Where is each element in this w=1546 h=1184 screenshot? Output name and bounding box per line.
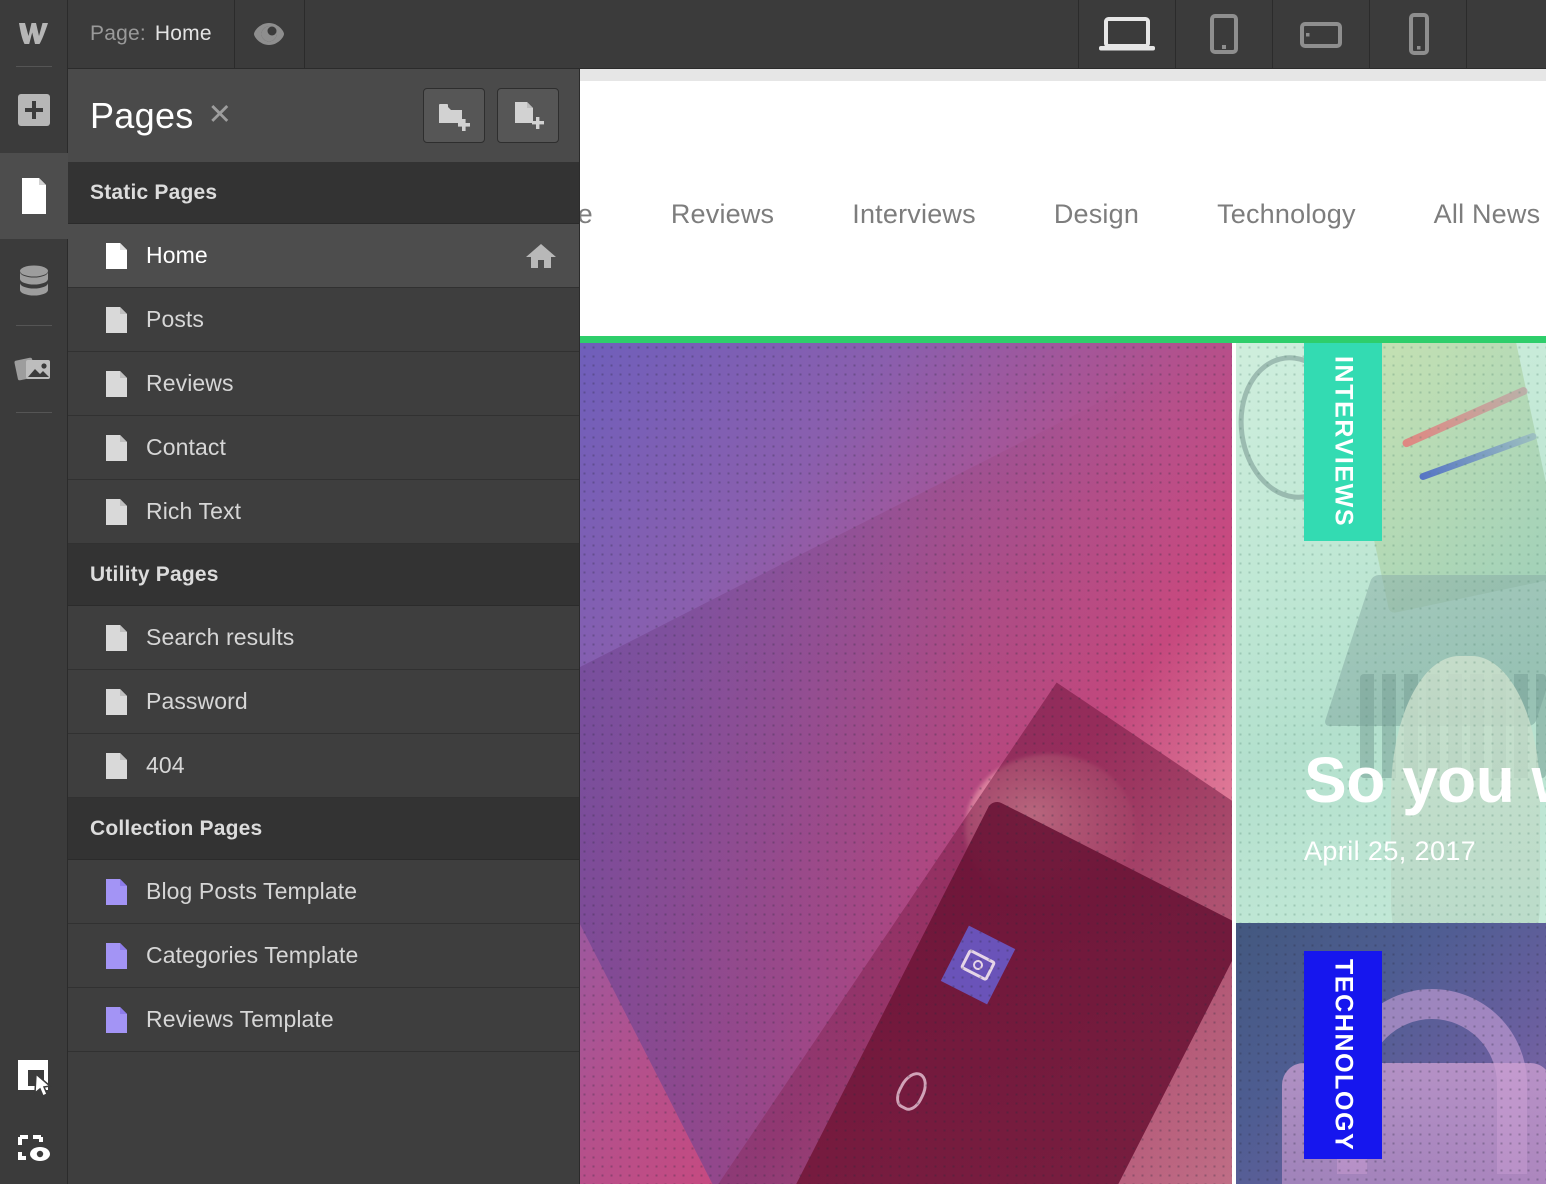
page-row-label: Reviews Template [146, 1006, 334, 1032]
page-row-label: Reviews [146, 370, 234, 396]
page-row-label: Posts [146, 306, 205, 332]
dashed-box-eye-icon[interactable] [0, 1112, 68, 1184]
collection-page-icon [104, 1005, 138, 1035]
webflow-logo-icon[interactable] [0, 0, 68, 66]
page-icon [104, 305, 138, 335]
page-row-password[interactable]: Password [68, 670, 579, 734]
folder-plus-icon[interactable] [423, 88, 485, 143]
webflow-designer: Page: Home Pages ✕ Static Pages Home Pos… [0, 0, 1546, 1184]
page-icon [104, 751, 138, 781]
page-indicator[interactable]: Page: Home [68, 0, 235, 68]
nav-link-interviews[interactable]: Interviews [852, 199, 976, 230]
navbar-links: Home Reviews Interviews Design Technolog… [580, 199, 1546, 230]
sidebar-item-add-elements[interactable] [0, 67, 68, 153]
page-row-home[interactable]: Home [68, 224, 579, 288]
page-row-label: 404 [146, 752, 185, 778]
topbar-end [1466, 0, 1546, 68]
nav-link-technology[interactable]: Technology [1217, 199, 1356, 230]
card-title: So you w [1304, 743, 1546, 816]
page-icon [104, 433, 138, 463]
section-header-static-pages: Static Pages [68, 162, 579, 224]
page-row-blog-posts-template[interactable]: Blog Posts Template [68, 860, 579, 924]
card-date: April 25, 2017 [1304, 836, 1477, 866]
nav-link-all-news[interactable]: All News [1434, 199, 1541, 230]
nav-link-home[interactable]: Home [580, 199, 593, 230]
page-row-label: Blog Posts Template [146, 878, 358, 904]
page-row-categories-template[interactable]: Categories Template [68, 924, 579, 988]
top-bar: Page: Home [68, 0, 1546, 69]
page-icon [104, 687, 138, 717]
page-row-contact[interactable]: Contact [68, 416, 579, 480]
page-row-label: Search results [146, 624, 295, 650]
status-badge: INTERVIEWS [1304, 343, 1382, 541]
page-icon [104, 497, 138, 527]
site-navbar[interactable]: Home Reviews Interviews Design Technolog… [580, 81, 1546, 336]
page-row-404[interactable]: 404 [68, 734, 579, 798]
mobile-icon[interactable] [1369, 0, 1466, 68]
card-text-block: So you w April 25, 2017 [1304, 743, 1546, 867]
page-icon [104, 241, 138, 271]
left-toolbar [0, 0, 68, 1184]
eye-preview-icon[interactable] [235, 0, 305, 68]
cursor-select-icon[interactable] [0, 1040, 68, 1112]
page-name-value: Home [154, 22, 212, 45]
tablet-icon[interactable] [1175, 0, 1272, 68]
section-header-collection-pages: Collection Pages [68, 798, 579, 860]
accent-rule [580, 336, 1546, 343]
page-label: Page: [90, 22, 146, 45]
tablet-landscape-icon[interactable] [1272, 0, 1369, 68]
close-icon[interactable]: ✕ [208, 101, 232, 130]
sidebar-item-assets[interactable] [0, 326, 68, 412]
desktop-icon[interactable] [1078, 0, 1175, 68]
sidebar-item-pages[interactable] [0, 153, 68, 239]
page-row-label: Home [146, 242, 208, 268]
design-canvas[interactable]: Home Reviews Interviews Design Technolog… [580, 69, 1546, 1184]
rail-divider-3 [15, 412, 52, 413]
page-icon [104, 369, 138, 399]
status-badge: TECHNOLOGY [1304, 951, 1382, 1159]
collection-page-icon [104, 877, 138, 907]
canvas-top-strip [580, 69, 1546, 81]
section-header-utility-pages: Utility Pages [68, 544, 579, 606]
page-row-rich-text[interactable]: Rich Text [68, 480, 579, 544]
page-row-reviews[interactable]: Reviews [68, 352, 579, 416]
page-row-label: Rich Text [146, 498, 242, 524]
page-row-label: Password [146, 688, 248, 714]
pages-panel: Pages ✕ Static Pages Home Posts Reviews … [68, 69, 580, 1184]
breakpoint-switcher [1078, 0, 1466, 68]
hero-image[interactable] [580, 343, 1232, 1184]
sidebar-item-cms[interactable] [0, 239, 68, 325]
card-technology[interactable]: TECHNOLOGY [1236, 923, 1546, 1184]
side-cards: INTERVIEWS So you w April 25, 2017 TECHN… [1236, 343, 1546, 1184]
left-toolbar-bottom [0, 1040, 68, 1184]
page-row-label: Categories Template [146, 942, 359, 968]
pages-panel-header: Pages ✕ [68, 69, 579, 162]
nav-link-reviews[interactable]: Reviews [671, 199, 774, 230]
page-row-search-results[interactable]: Search results [68, 606, 579, 670]
nav-link-design[interactable]: Design [1054, 199, 1139, 230]
home-icon [525, 242, 557, 270]
collection-page-icon [104, 941, 138, 971]
page-row-label: Contact [146, 434, 226, 460]
page-icon [104, 623, 138, 653]
page-row-reviews-template[interactable]: Reviews Template [68, 988, 579, 1052]
card-interviews[interactable]: INTERVIEWS So you w April 25, 2017 [1236, 343, 1546, 923]
featured-grid: INTERVIEWS So you w April 25, 2017 TECHN… [580, 343, 1546, 1184]
page-plus-icon[interactable] [497, 88, 559, 143]
page-row-posts[interactable]: Posts [68, 288, 579, 352]
page-title: Pages [90, 94, 194, 136]
